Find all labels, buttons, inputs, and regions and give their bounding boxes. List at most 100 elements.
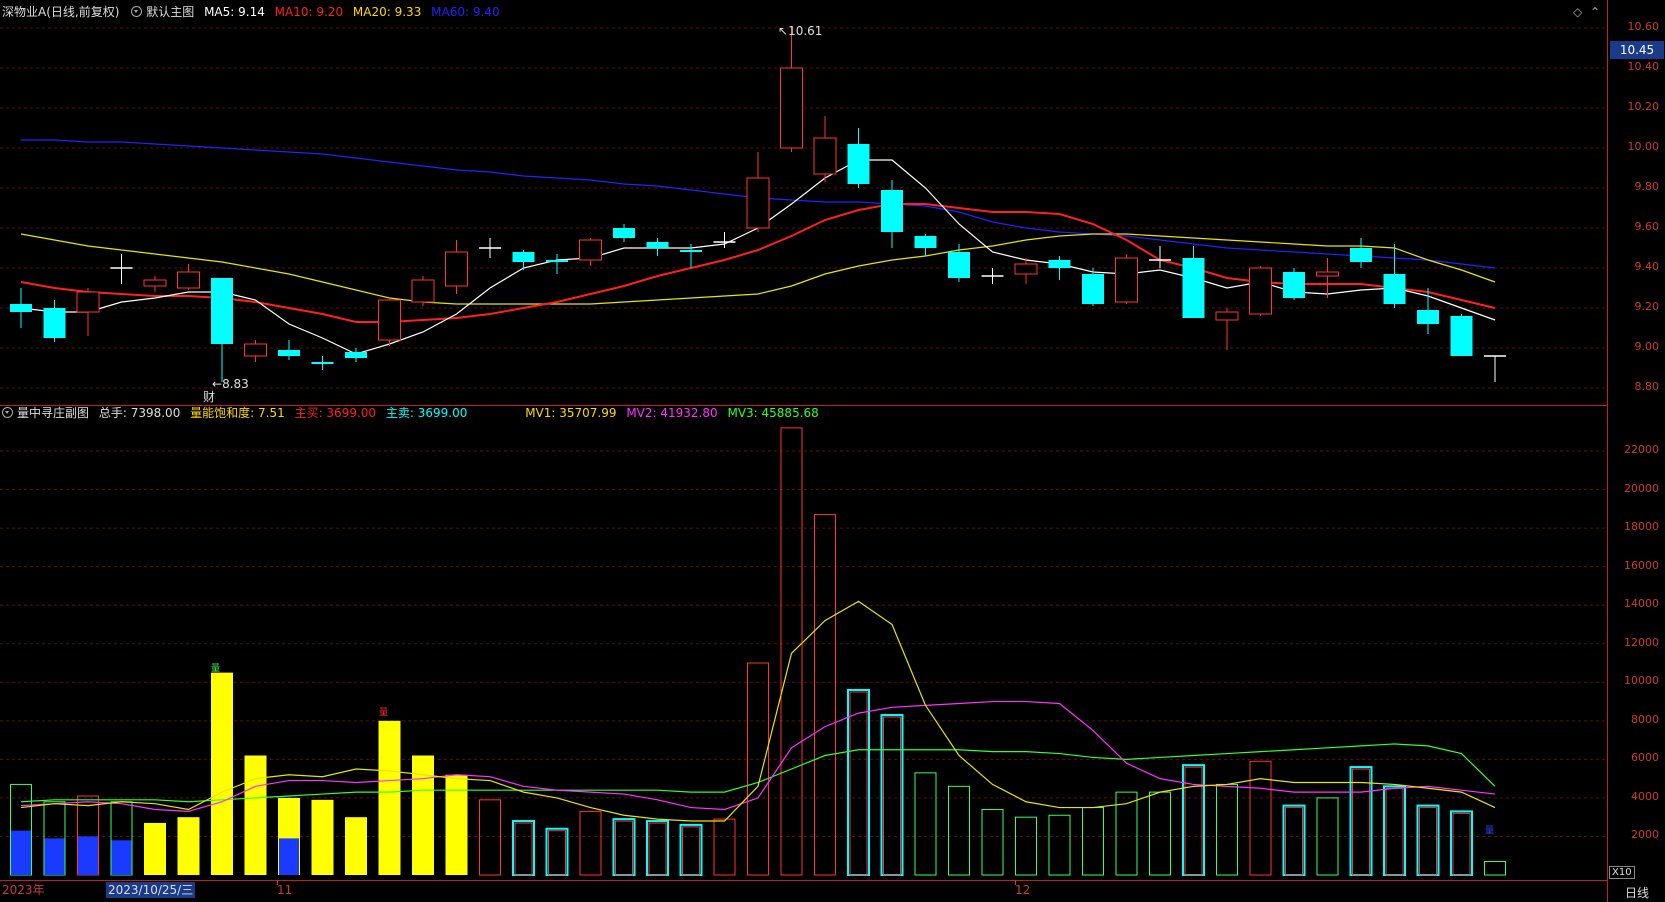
volume-tick-label: 10000 — [1624, 674, 1659, 688]
candle-body — [1283, 272, 1305, 298]
candle-body — [43, 308, 66, 338]
candle-body — [948, 252, 970, 278]
candle-body — [1383, 274, 1406, 304]
volume-marker-3: 量 — [1485, 826, 1495, 836]
volume-tick-label: 4000 — [1631, 789, 1659, 803]
volume-bars — [10, 427, 1506, 877]
month-11-tick — [277, 880, 278, 885]
volume-bar-inner — [1452, 812, 1471, 876]
indicator-name: 量中寻庄副图 — [17, 406, 90, 420]
scroll-up-icon[interactable]: ⌃ — [1590, 5, 1600, 19]
price-tick-label: 10.00 — [1627, 140, 1660, 153]
candle-body — [1350, 248, 1372, 262]
low-annotation: ←8.83 — [212, 376, 249, 392]
volume-tick-label: 6000 — [1631, 751, 1659, 765]
year-label: 2023年 — [2, 883, 45, 897]
volume-bar — [612, 818, 636, 876]
candle-body — [411, 279, 435, 303]
volume-bar — [177, 817, 200, 875]
price-tick-label: 9.60 — [1634, 220, 1660, 233]
volume-bar — [512, 820, 535, 877]
candle-body — [244, 343, 267, 357]
candle-body — [1182, 258, 1205, 318]
main-chart-selector[interactable]: 默认主图 — [131, 5, 194, 19]
volume-bar-inner — [1385, 787, 1404, 876]
ma60-label: MA60: 9.40 — [431, 5, 500, 19]
candle-body — [143, 279, 167, 287]
chart-canvas[interactable] — [0, 0, 1665, 902]
candle-body — [378, 299, 401, 341]
volume-tick-label: 20000 — [1624, 481, 1659, 495]
dropdown-icon — [2, 407, 13, 418]
ma20-line — [20, 233, 1496, 305]
volume-bar — [1048, 814, 1071, 876]
current-price-box: 10.45 — [1610, 41, 1664, 59]
volume-bar — [1383, 785, 1406, 877]
diamond-icon[interactable]: ◇ — [1573, 5, 1582, 19]
volume-bar — [814, 514, 836, 876]
finance-marker[interactable]: 财 — [203, 389, 215, 405]
volume-bar — [579, 810, 602, 876]
candle-body — [780, 67, 803, 149]
candle-body — [646, 242, 669, 248]
volume-bar — [948, 785, 970, 876]
volume-bar — [914, 772, 937, 876]
volume-ma-lines — [20, 600, 1496, 822]
volume-bar — [1416, 804, 1440, 876]
cursor-date-label: 2023/10/25/三 — [106, 882, 196, 898]
volume-tick-label: 14000 — [1624, 597, 1659, 611]
month-12-tick — [1015, 880, 1016, 885]
volume-bar — [144, 822, 166, 875]
period-label[interactable]: 日线 — [1625, 884, 1649, 901]
main-header: 深物业A(日线,前复权) 默认主图 MA5: 9.14 MA10: 9.20 M… — [2, 4, 500, 20]
time-axis-separator — [0, 880, 1608, 881]
volume-bar — [981, 808, 1004, 876]
axis-separator — [1607, 0, 1608, 902]
volume-bar — [1282, 804, 1306, 876]
volume-bar — [847, 688, 870, 876]
stock-title[interactable]: 深物业A(日线,前复权) — [2, 5, 119, 19]
volume-tick-label: 22000 — [1624, 443, 1659, 456]
candle-body — [914, 236, 937, 248]
candlesticks — [10, 26, 1506, 382]
candle-body — [881, 190, 903, 232]
candle-body — [1450, 316, 1473, 356]
volume-tick-label: 8000 — [1631, 712, 1659, 726]
total-hands: 总手: 7398.00 — [98, 406, 181, 420]
candle-body — [1316, 271, 1339, 277]
volume-marker-2: 量 — [379, 708, 389, 718]
volume-bar-inner — [514, 822, 533, 876]
candle-body — [613, 228, 635, 238]
volume-bar — [880, 714, 904, 877]
mv1-label: MV1: 35707.99 — [525, 406, 617, 420]
main-sell: 主卖: 3699.00 — [385, 406, 468, 420]
indicator-selector[interactable]: 量中寻庄副图 — [2, 406, 89, 420]
volume-bar — [713, 818, 736, 876]
mv2-line — [20, 700, 1496, 813]
high-arrow-icon: ↖ — [778, 24, 789, 38]
price-tick-label: 9.00 — [1634, 340, 1660, 353]
candle-body — [1249, 267, 1272, 315]
volume-bar — [345, 817, 367, 875]
month-12-label: 12 — [1015, 883, 1031, 897]
candle-body — [1082, 274, 1104, 304]
candle-body — [445, 251, 468, 287]
volume-bar-inner — [1419, 807, 1437, 876]
price-tick-label: 10.60 — [1627, 20, 1660, 33]
volume-bar — [244, 755, 267, 875]
volume-bar — [747, 662, 769, 876]
candle-body — [177, 271, 200, 289]
sub-header: 量中寻庄副图 总手: 7398.00 量能饱和度: 7.51 主买: 3699.… — [2, 405, 819, 421]
volume-bar — [211, 672, 233, 875]
price-tick-label: 8.80 — [1634, 380, 1660, 393]
ma5-label: MA5: 9.14 — [204, 5, 265, 19]
volume-tick-label: 12000 — [1624, 635, 1659, 649]
volume-bar-blue — [279, 838, 299, 875]
mv1-line — [20, 600, 1496, 822]
candle-body — [1115, 257, 1138, 303]
candle-body — [680, 250, 702, 252]
candle-body — [746, 177, 770, 229]
volume-bar — [679, 823, 703, 877]
volume-bar — [780, 427, 803, 876]
scale-button[interactable]: X10 — [1609, 866, 1635, 879]
